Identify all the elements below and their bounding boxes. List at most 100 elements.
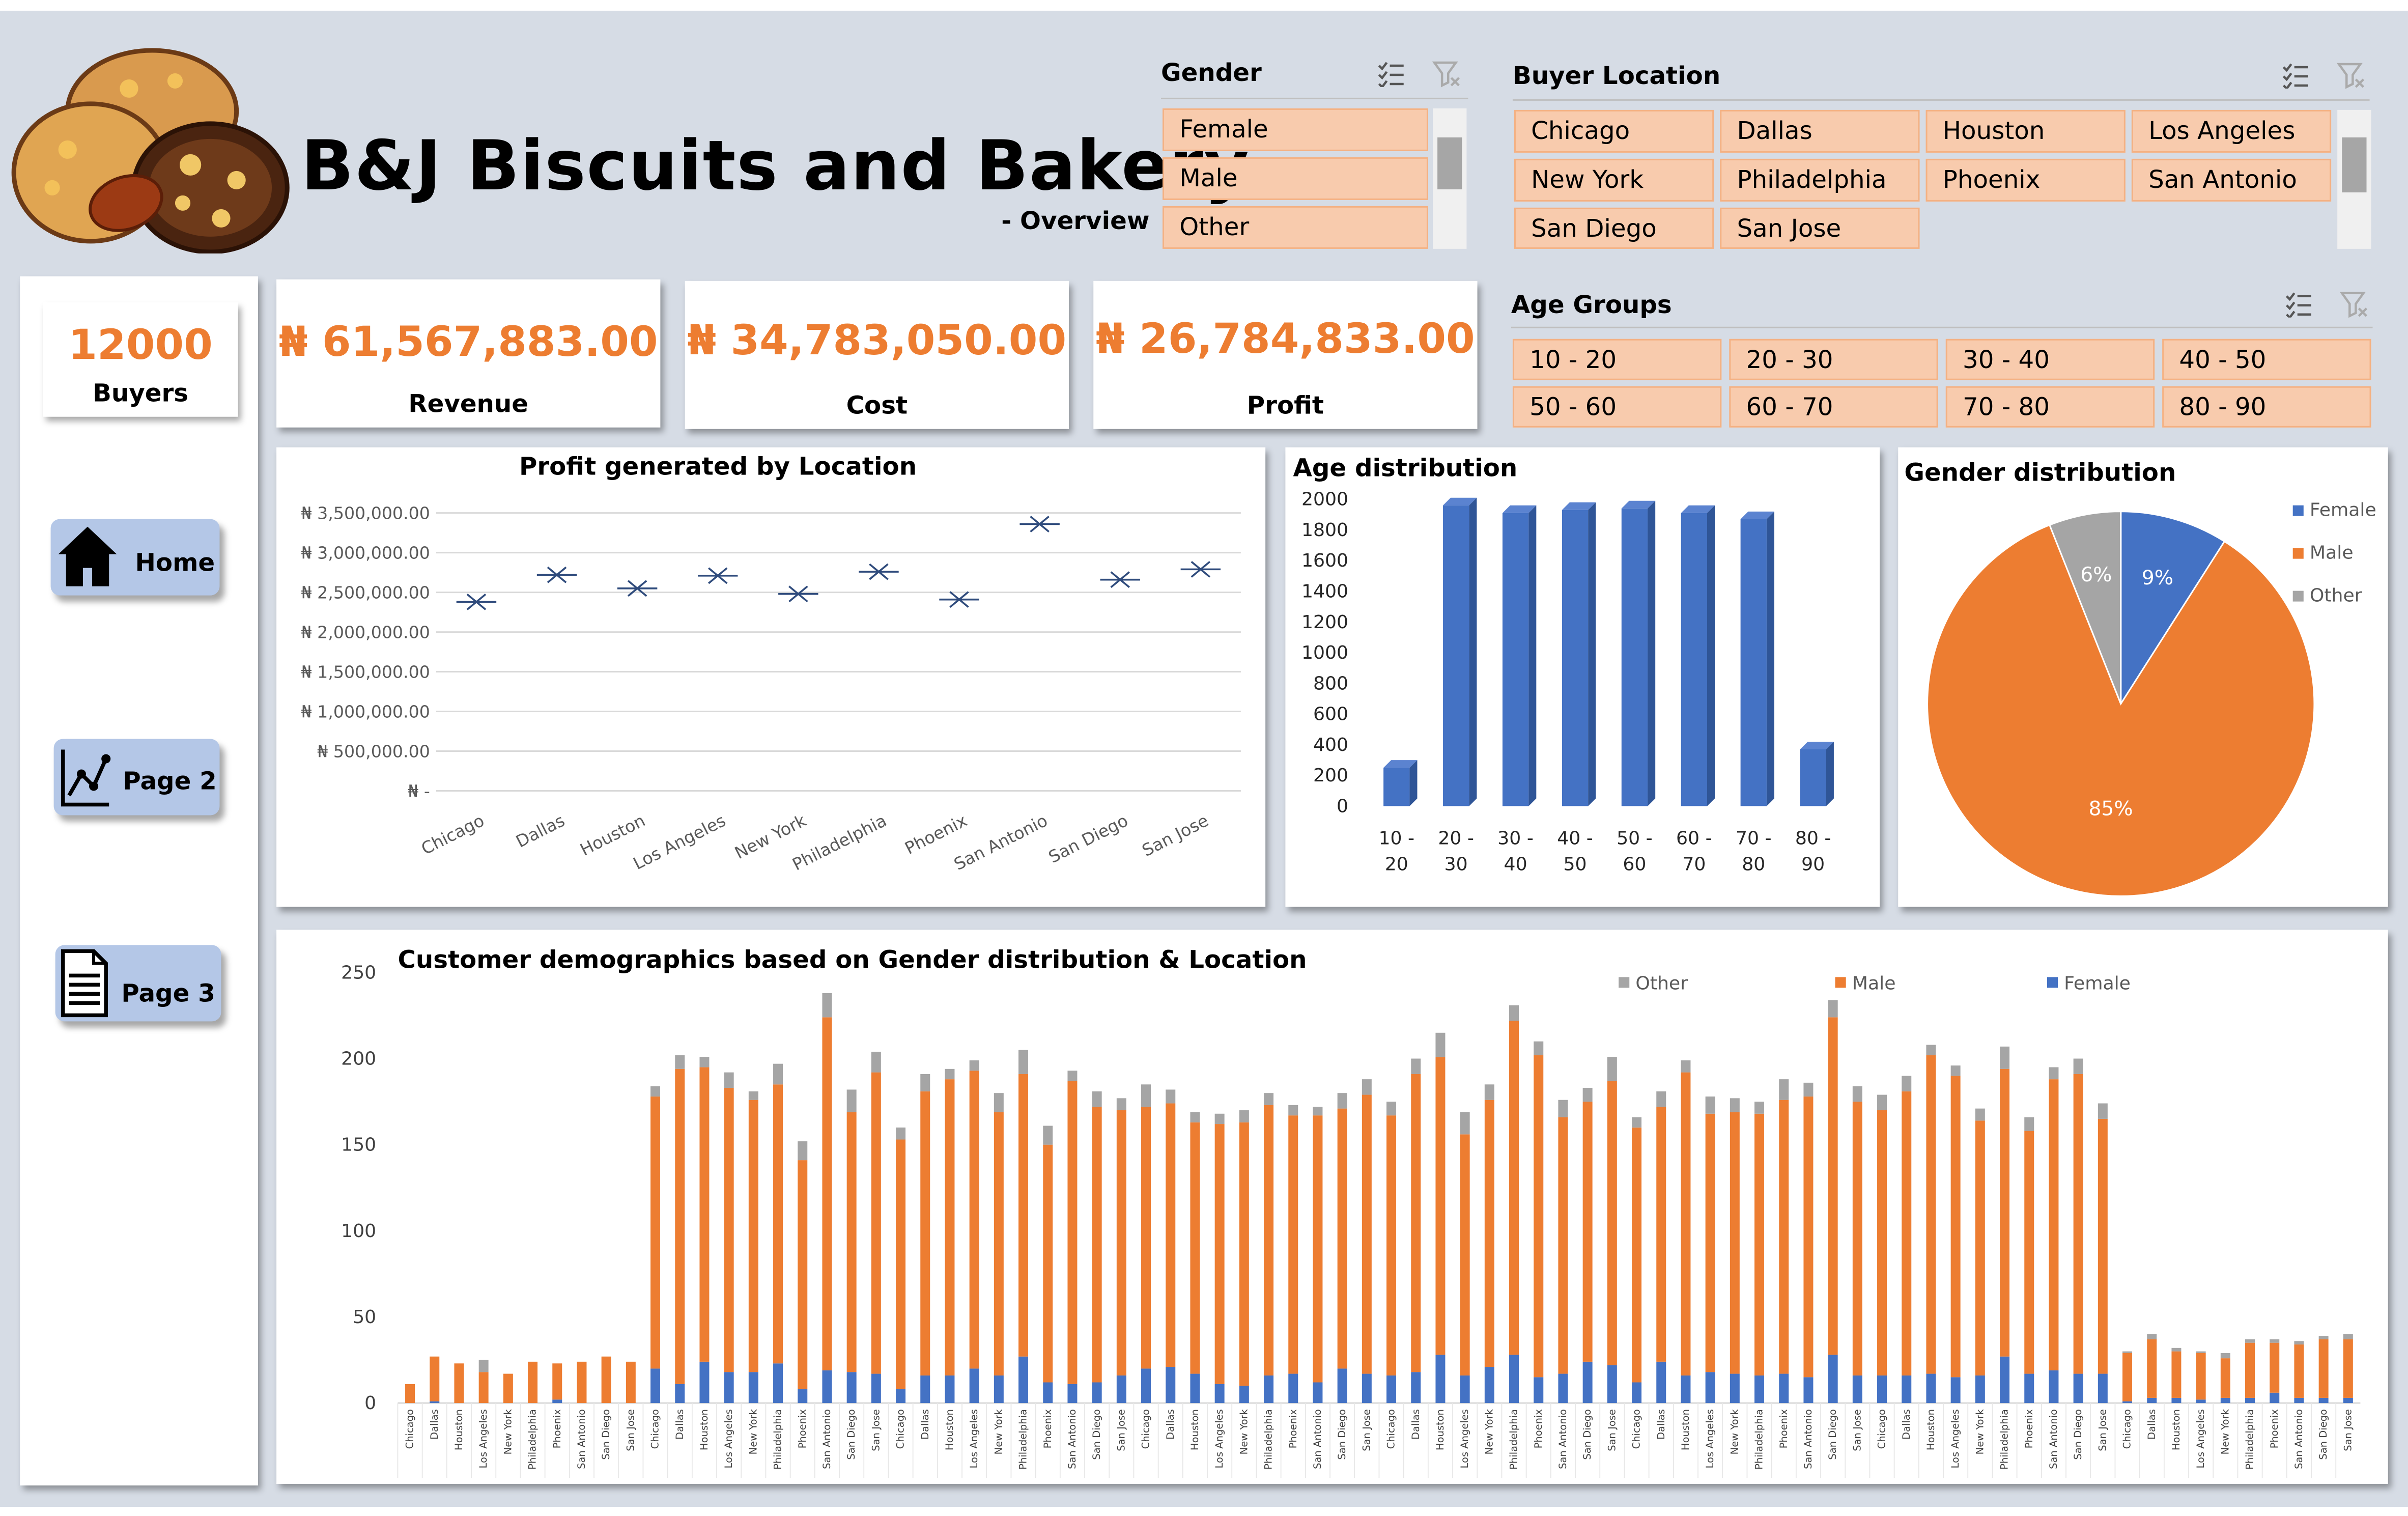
- y-tick-label: ₦ -: [408, 781, 430, 801]
- stacked-bar-segment: [2245, 1397, 2255, 1403]
- stacked-bar-segment: [1534, 1055, 1544, 1378]
- stacked-bar-segment: [2147, 1339, 2157, 1398]
- stacked-bar-segment: [1730, 1373, 1740, 1403]
- x-tick-label: San Antonio: [576, 1409, 587, 1469]
- stacked-bar-segment: [2049, 1370, 2059, 1403]
- stacked-bar-segment: [2318, 1397, 2329, 1403]
- y-tick-label: 1400: [1301, 581, 1348, 602]
- legend-label: Other: [2310, 585, 2362, 606]
- stacked-bar-segment: [1386, 1115, 1397, 1375]
- stacked-bar-segment: [601, 1356, 611, 1403]
- stacked-bar-segment: [1582, 1102, 1593, 1362]
- stacked-bar-segment: [1018, 1050, 1029, 1074]
- stacked-bar-segment: [2122, 1353, 2133, 1401]
- x-tick-label: San Jose: [625, 1409, 636, 1451]
- stacked-bar-segment: [969, 1368, 979, 1403]
- data-point-marker: [456, 593, 497, 610]
- stacked-bar-segment: [1926, 1373, 1936, 1403]
- x-tick-label: Dallas: [1410, 1409, 1422, 1440]
- x-tick-label: San Antonio: [1312, 1409, 1323, 1469]
- x-tick-label: San Diego: [2072, 1409, 2084, 1460]
- stacked-bar-segment: [1362, 1373, 1372, 1403]
- stacked-bar-segment: [675, 1055, 685, 1069]
- stacked-bar-segment: [552, 1363, 562, 1400]
- y-tick-label: 2000: [1301, 489, 1348, 510]
- stacked-bar-segment: [503, 1373, 513, 1403]
- stacked-bar-segment: [798, 1389, 808, 1403]
- stacked-bar-segment: [1288, 1115, 1298, 1374]
- stacked-bar-segment: [2073, 1373, 2083, 1403]
- stacked-bar-segment: [1902, 1076, 1912, 1091]
- stacked-bar-segment: [1362, 1094, 1372, 1374]
- stacked-bar-segment: [2049, 1079, 2059, 1370]
- stacked-bar-segment: [2073, 1074, 2083, 1374]
- stacked-bar-segment: [1803, 1096, 1814, 1378]
- stacked-bar-segment: [1803, 1082, 1814, 1097]
- x-tick-label: 60: [1623, 854, 1646, 875]
- x-tick-label: Philadelphia: [1017, 1409, 1029, 1470]
- stacked-bar-segment: [675, 1384, 685, 1403]
- stacked-bar-segment: [1460, 1134, 1470, 1375]
- stacked-bar-segment: [1141, 1107, 1151, 1369]
- stacked-bar-segment: [871, 1373, 881, 1403]
- stacked-bar-segment: [2171, 1347, 2182, 1352]
- x-tick-label: Philadelphia: [1999, 1409, 2010, 1470]
- stacked-bar-segment: [1484, 1367, 1494, 1403]
- y-tick-label: ₦ 1,000,000.00: [301, 702, 430, 722]
- age-bar: [1621, 508, 1648, 806]
- stacked-bar-segment: [1803, 1377, 1814, 1403]
- pie-data-label: 85%: [2088, 798, 2133, 821]
- y-tick-label: 800: [1313, 672, 1348, 694]
- x-tick-label: New York: [1974, 1409, 1986, 1454]
- stacked-bar-segment: [1092, 1382, 1102, 1403]
- x-tick-label: Chicago: [895, 1409, 906, 1449]
- x-tick-label: Phoenix: [551, 1409, 563, 1448]
- data-point-marker: [617, 580, 658, 597]
- stacked-bar-segment: [2245, 1342, 2255, 1398]
- stacked-bar-segment: [1632, 1127, 1642, 1383]
- x-tick-label: San Diego: [1336, 1409, 1348, 1460]
- stacked-bar-segment: [871, 1051, 881, 1073]
- stacked-bar-segment: [945, 1069, 955, 1080]
- stacked-bar-segment: [1141, 1084, 1151, 1107]
- stacked-bar-segment: [2073, 1058, 2083, 1074]
- stacked-bar-segment: [1239, 1110, 1249, 1122]
- stacked-bar-segment: [2024, 1117, 2034, 1131]
- x-tick-label: Phoenix: [1287, 1409, 1299, 1448]
- stacked-bar-segment: [1558, 1117, 1568, 1374]
- stacked-bar-segment: [552, 1399, 562, 1403]
- stacked-bar-segment: [1190, 1122, 1200, 1374]
- stacked-bar-segment: [1950, 1377, 1961, 1403]
- stacked-bar-segment: [1313, 1115, 1323, 1383]
- stacked-bar-segment: [969, 1071, 979, 1369]
- age-bar-side: [1766, 511, 1774, 806]
- stacked-bar-segment: [626, 1361, 636, 1403]
- stacked-bar-segment: [994, 1375, 1004, 1403]
- x-tick-label: San Jose: [2342, 1409, 2354, 1451]
- stacked-bar-segment: [1386, 1375, 1397, 1403]
- stacked-bar-segment: [1852, 1375, 1862, 1403]
- stacked-bar-segment: [1460, 1375, 1470, 1403]
- stacked-bar-segment: [2343, 1334, 2353, 1339]
- stacked-bar-segment: [2343, 1339, 2353, 1398]
- stacked-bar-segment: [1337, 1093, 1347, 1109]
- stacked-bar-segment: [945, 1079, 955, 1375]
- x-tick-label: Houston: [698, 1409, 710, 1450]
- stacked-bar-segment: [2343, 1397, 2353, 1403]
- x-tick-label: San Diego: [1581, 1409, 1593, 1460]
- age-bar: [1383, 768, 1410, 806]
- stacked-bar-segment: [896, 1139, 906, 1390]
- stacked-bar-segment: [1362, 1079, 1372, 1095]
- y-tick-label: 1600: [1301, 550, 1348, 571]
- stacked-bar-segment: [846, 1112, 857, 1372]
- x-tick-label: San Jose: [1606, 1409, 1618, 1451]
- x-tick-label: New York: [993, 1409, 1004, 1454]
- stacked-bar-segment: [994, 1093, 1004, 1112]
- x-tick-label: Dallas: [513, 810, 568, 852]
- age-bar-side: [1707, 505, 1715, 806]
- stacked-bar-segment: [2220, 1358, 2230, 1398]
- legend-label: Male: [2310, 542, 2354, 564]
- x-tick-label: New York: [1238, 1409, 1250, 1454]
- x-tick-label: Phoenix: [797, 1409, 808, 1448]
- stacked-bar-segment: [1950, 1065, 1961, 1076]
